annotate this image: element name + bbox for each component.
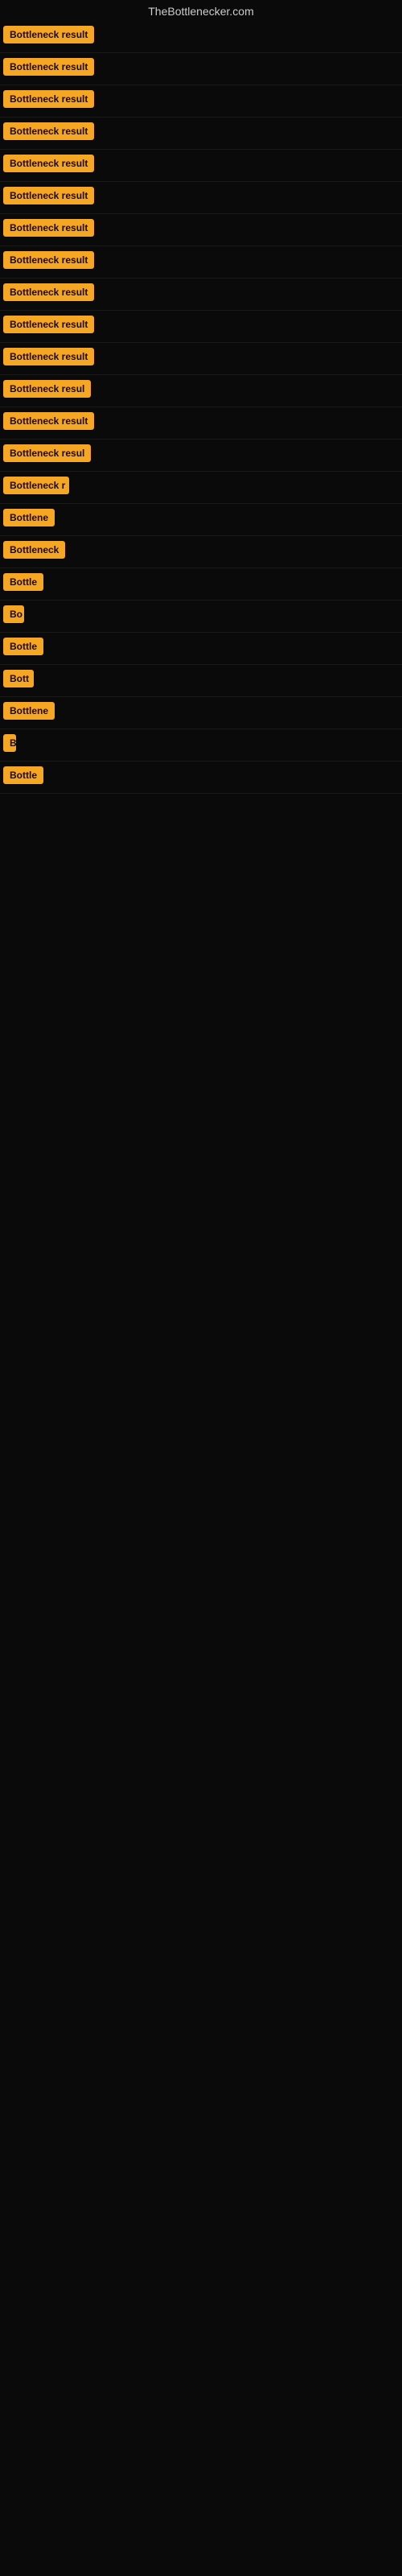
result-row: Bottle bbox=[0, 568, 402, 601]
bottleneck-badge[interactable]: Bottleneck result bbox=[3, 348, 94, 365]
bottleneck-badge[interactable]: Bott bbox=[3, 670, 34, 687]
result-row: Bottleneck result bbox=[0, 311, 402, 343]
bottleneck-badge[interactable]: Bottleneck result bbox=[3, 26, 94, 43]
bottleneck-badge[interactable]: Bottleneck result bbox=[3, 219, 94, 237]
bottleneck-badge[interactable]: Bottlene bbox=[3, 509, 55, 526]
bottleneck-badge[interactable]: Bottleneck result bbox=[3, 251, 94, 269]
bottleneck-badge[interactable]: Bottle bbox=[3, 766, 43, 784]
bottleneck-badge[interactable]: Bottleneck result bbox=[3, 58, 94, 76]
bottleneck-badge[interactable]: Bo bbox=[3, 605, 24, 623]
result-row: Bottleneck result bbox=[0, 85, 402, 118]
result-row: Bottleneck result bbox=[0, 246, 402, 279]
result-row: Bottlene bbox=[0, 697, 402, 729]
site-header: TheBottlenecker.com bbox=[0, 0, 402, 21]
bottleneck-badge[interactable]: Bottleneck result bbox=[3, 412, 94, 430]
result-row: Bottleneck result bbox=[0, 21, 402, 53]
bottleneck-badge[interactable]: Bottleneck result bbox=[3, 155, 94, 172]
result-row: Bottlene bbox=[0, 504, 402, 536]
result-row: Bottle bbox=[0, 762, 402, 794]
bottleneck-badge[interactable]: Bottlene bbox=[3, 702, 55, 720]
result-row: Bottle bbox=[0, 633, 402, 665]
result-row: Bottleneck result bbox=[0, 407, 402, 440]
bottleneck-badge[interactable]: Bottle bbox=[3, 638, 43, 655]
results-container: Bottleneck result Bottleneck result Bottle… bbox=[0, 21, 402, 794]
bottleneck-badge[interactable]: Bottleneck result bbox=[3, 316, 94, 333]
bottleneck-badge[interactable]: Bottleneck bbox=[3, 541, 65, 559]
result-row: B bbox=[0, 729, 402, 762]
result-row: Bottleneck result bbox=[0, 214, 402, 246]
bottleneck-badge[interactable]: Bottle bbox=[3, 573, 43, 591]
site-title: TheBottlenecker.com bbox=[0, 0, 402, 21]
result-row: Bottleneck resul bbox=[0, 375, 402, 407]
bottleneck-badge[interactable]: Bottleneck resul bbox=[3, 444, 91, 462]
bottleneck-badge[interactable]: Bottleneck result bbox=[3, 283, 94, 301]
bottleneck-badge[interactable]: Bottleneck resul bbox=[3, 380, 91, 398]
result-row: Bo bbox=[0, 601, 402, 633]
result-row: Bottleneck result bbox=[0, 279, 402, 311]
result-row: Bottleneck r bbox=[0, 472, 402, 504]
result-row: Bottleneck result bbox=[0, 343, 402, 375]
bottleneck-badge[interactable]: B bbox=[3, 734, 16, 752]
bottleneck-badge[interactable]: Bottleneck result bbox=[3, 90, 94, 108]
result-row: Bottleneck resul bbox=[0, 440, 402, 472]
result-row: Bottleneck bbox=[0, 536, 402, 568]
result-row: Bottleneck result bbox=[0, 182, 402, 214]
bottleneck-badge[interactable]: Bottleneck result bbox=[3, 187, 94, 204]
result-row: Bottleneck result bbox=[0, 118, 402, 150]
bottleneck-badge[interactable]: Bottleneck result bbox=[3, 122, 94, 140]
bottleneck-badge[interactable]: Bottleneck r bbox=[3, 477, 69, 494]
result-row: Bottleneck result bbox=[0, 53, 402, 85]
result-row: Bott bbox=[0, 665, 402, 697]
result-row: Bottleneck result bbox=[0, 150, 402, 182]
